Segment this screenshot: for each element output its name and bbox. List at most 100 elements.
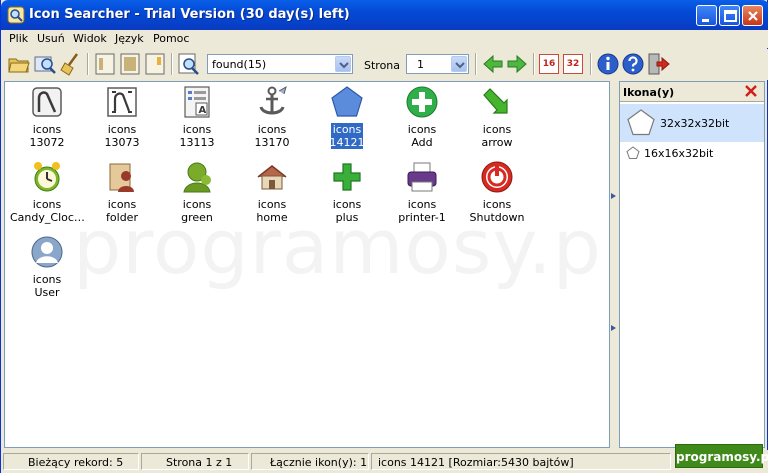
page-combo[interactable]: 1: [406, 54, 469, 74]
icon-label: icons: [107, 198, 137, 211]
icon-label: plus: [335, 211, 359, 224]
user-icon: [31, 236, 63, 268]
icon-item[interactable]: icons Candy_Cloc…: [10, 160, 84, 232]
view-medium-icon[interactable]: [118, 52, 142, 76]
close-panel-icon[interactable]: [744, 84, 758, 98]
toolbar: found(15) Strona 1 16 32: [1, 49, 768, 80]
pentagon-icon: [331, 86, 363, 117]
app-magnifier-icon: [7, 6, 25, 24]
next-page-icon[interactable]: [505, 52, 529, 76]
icon-label: printer-1: [398, 211, 446, 224]
icon-label: 13072: [29, 136, 65, 149]
chevron-down-icon[interactable]: [451, 56, 467, 72]
view-small-icon[interactable]: [93, 52, 117, 76]
icon-item[interactable]: icons 13072: [10, 85, 84, 157]
icon-item[interactable]: icons home: [235, 160, 309, 232]
icon-label: icons: [107, 123, 137, 136]
menu-bar: Plik Usuń Widok Język Pomoc: [1, 30, 768, 48]
menu-usun[interactable]: Usuń: [37, 32, 65, 45]
icon-label: icons: [257, 198, 287, 211]
plus-icon: [333, 163, 361, 191]
icon-label: User: [34, 286, 60, 299]
icon-sizes-panel: Ikona(y) 32x32x32bit 16x16x32bit: [619, 81, 765, 448]
exit-door-icon[interactable]: [646, 52, 670, 76]
add-icon: [406, 86, 438, 118]
shape-13072-icon: [32, 87, 62, 117]
icon-item[interactable]: Aicons 13113: [160, 85, 234, 157]
icon-item[interactable]: icons plus: [310, 160, 384, 232]
icon-item[interactable]: icons User: [10, 235, 84, 307]
filter-combo[interactable]: found(15): [207, 54, 353, 74]
menu-jezyk[interactable]: Język: [115, 32, 144, 45]
icon-label: 13113: [179, 136, 215, 149]
toolbar-separator: [87, 53, 89, 75]
close-button[interactable]: [742, 5, 763, 26]
green-user-icon: [183, 162, 211, 193]
icon-item[interactable]: icons arrow: [460, 85, 534, 157]
splitter[interactable]: [610, 81, 618, 448]
icon-item[interactable]: icons 13170: [235, 85, 309, 157]
size-32-button[interactable]: 32: [563, 54, 583, 74]
home-icon: [257, 165, 287, 190]
page-label: Strona: [364, 59, 401, 72]
icon-label: icons: [332, 198, 362, 211]
search-folder-icon[interactable]: [33, 52, 57, 76]
icon-label: 13170: [254, 136, 290, 149]
icon-item[interactable]: icons 13073: [85, 85, 159, 157]
icon-label: icons: [482, 123, 512, 136]
toolbar-separator: [590, 53, 592, 75]
icon-item[interactable]: icons Shutdown: [460, 160, 534, 232]
open-folder-icon[interactable]: [7, 52, 31, 76]
icon-label: Shutdown: [469, 211, 525, 224]
icon-item[interactable]: icons 14121: [310, 85, 384, 157]
shutdown-icon: [481, 161, 513, 193]
info-icon[interactable]: [596, 52, 620, 76]
window-title: Icon Searcher - Trial Version (30 day(s)…: [29, 7, 350, 22]
size-item-16[interactable]: 16x16x32bit: [620, 143, 764, 163]
menu-pomoc[interactable]: Pomoc: [153, 32, 189, 45]
minimize-button[interactable]: [696, 5, 717, 26]
broom-icon[interactable]: [59, 52, 83, 76]
splitter-arrow-icon[interactable]: [611, 193, 616, 199]
menu-plik[interactable]: Plik: [9, 32, 28, 45]
icon-label: icons: [407, 198, 437, 211]
size-item-label: 32x32x32bit: [660, 117, 730, 130]
filter-value: found(15): [212, 58, 267, 71]
menu-widok[interactable]: Widok: [73, 32, 107, 45]
icon-label: home: [256, 211, 288, 224]
previous-page-icon[interactable]: [481, 52, 505, 76]
icon-item[interactable]: icons green: [160, 160, 234, 232]
view-large-icon[interactable]: [143, 52, 167, 76]
maximize-button[interactable]: [719, 5, 740, 26]
toolbar-separator: [171, 53, 173, 75]
page-value: 1: [417, 58, 424, 71]
icon-item[interactable]: icons printer-1: [385, 160, 459, 232]
icon-label: icons: [257, 123, 287, 136]
size-item-label: 16x16x32bit: [644, 147, 714, 160]
size-item-32[interactable]: 32x32x32bit: [620, 104, 764, 142]
anchor-icon: [259, 85, 287, 115]
icon-grid-pane[interactable]: programosy.pl icons 13072 icons 13073 Aicons…: [4, 81, 610, 448]
size-16-button[interactable]: 16: [539, 54, 559, 74]
panel-title: Ikona(y): [623, 86, 675, 99]
status-page: Strona 1 z 1: [141, 453, 249, 470]
icon-label: Add: [411, 136, 433, 149]
chevron-down-icon[interactable]: [335, 56, 351, 72]
status-bar: Bieżący rekord: 5 Strona 1 z 1 Łącznie i…: [1, 450, 768, 473]
splitter-arrow-icon[interactable]: [611, 325, 616, 331]
pentagon-icon: [626, 146, 640, 159]
preview-search-icon[interactable]: [177, 52, 201, 76]
green-arrow-icon: [483, 88, 508, 114]
icon-label: green: [181, 211, 213, 224]
site-badge: programosy.pl: [675, 444, 768, 468]
icon-label: folder: [106, 211, 138, 224]
printer-icon: [407, 162, 437, 192]
help-icon[interactable]: [621, 52, 645, 76]
icon-item[interactable]: icons Add: [385, 85, 459, 157]
icon-label: icons: [32, 198, 62, 211]
toolbar-separator: [533, 53, 535, 75]
icon-label: 14121: [329, 136, 365, 149]
icon-item[interactable]: icons folder: [85, 160, 159, 232]
form-icon: A: [184, 86, 210, 118]
title-bar[interactable]: Icon Searcher - Trial Version (30 day(s)…: [1, 0, 768, 30]
